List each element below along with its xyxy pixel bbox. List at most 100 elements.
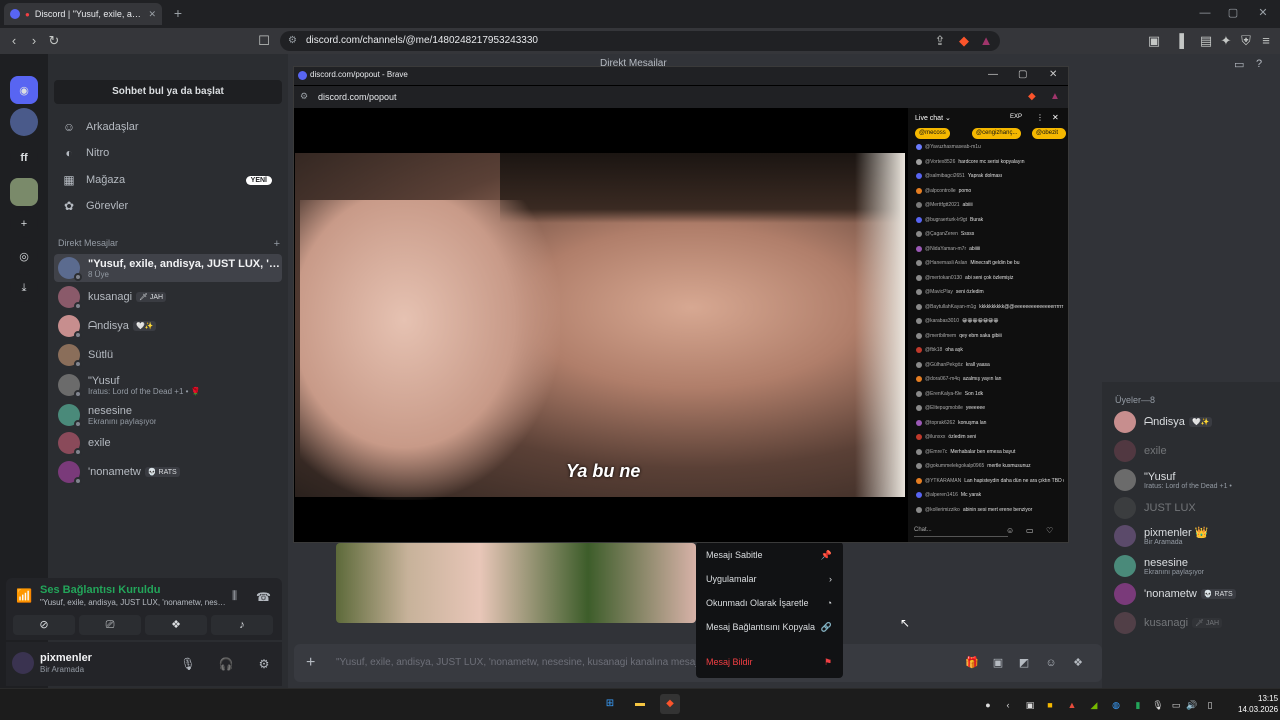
minimize-window-button[interactable]: — <box>1198 6 1212 20</box>
message-image-attachment[interactable] <box>336 543 696 623</box>
leo-ai-icon[interactable]: ✦ <box>1218 33 1234 49</box>
chat-message[interactable]: @toprak6262 konuşma lan <box>916 419 1064 426</box>
pinned-user-pill[interactable]: @mecoss <box>915 128 950 139</box>
chat-message[interactable]: @salmibagci2651 Yaprak dolması <box>916 173 1064 179</box>
username[interactable]: pixmenler <box>40 652 92 664</box>
noise-suppression-icon[interactable]: ⫼ <box>232 590 237 603</box>
dm-item[interactable]: "Yusuf, exile, andisya, JUST LUX, 'nona.… <box>54 254 282 282</box>
screen-share-button[interactable]: ⎚ <box>79 615 141 635</box>
chat-message[interactable]: @ÇaganZeren Sssss <box>916 231 1064 237</box>
popout-close-button[interactable]: ✕ <box>1049 69 1057 80</box>
report-message-item[interactable]: Mesaj Bildir ⚑ <box>700 651 838 673</box>
member-item[interactable]: ᗩndisya 🤍✨ <box>1114 408 1276 436</box>
member-item[interactable]: JUST LUX <box>1114 494 1276 522</box>
mark-unread-item[interactable]: Okunmadı Olarak İşaretle ◔ <box>700 592 838 614</box>
member-item[interactable]: "Yusuf Iratus: Lord of the Dead +1 • <box>1114 466 1276 494</box>
dm-item[interactable]: kusanagi 🗡 JAH <box>54 283 282 311</box>
maximize-window-button[interactable]: ▢ <box>1226 6 1240 20</box>
camera-off-button[interactable]: ⊘ <box>13 615 75 635</box>
popout-maximize-button[interactable]: ▢ <box>1018 69 1027 80</box>
server-avatar-1[interactable] <box>10 108 38 136</box>
soundboard-button[interactable]: ♪ <box>211 615 273 635</box>
emoji-icon[interactable]: ☺ <box>1006 526 1014 535</box>
wallet-icon[interactable]: ▤ <box>1198 33 1214 49</box>
member-item[interactable]: nesesine Ekranını paylaşıyor <box>1114 552 1276 580</box>
chat-message[interactable]: @MavicPlay seni özledim <box>916 289 1064 295</box>
live-chat-input[interactable]: Chat... <box>914 523 1008 537</box>
chat-message[interactable]: @karabas3010 😀😀😀😀😀😀😀 <box>916 318 1064 324</box>
dm-item[interactable]: exile <box>54 429 282 457</box>
close-chat-icon[interactable]: ✕ <box>1052 113 1059 122</box>
discover-icon[interactable]: ◎ <box>10 242 38 270</box>
tray-app-icon[interactable]: ▲ <box>1066 699 1078 711</box>
pin-message-item[interactable]: Mesajı Sabitle 📌 <box>700 544 838 566</box>
brave-shields-icon[interactable]: ◆ <box>956 33 972 49</box>
settings-gear-icon[interactable]: ⚙ <box>256 656 272 672</box>
apps-item[interactable]: Uygulamalar › <box>700 568 838 590</box>
chat-message[interactable]: @Vortex8526 hardcore mc serisi kopyalayın <box>916 158 1064 165</box>
extensions-icon[interactable]: ▣ <box>1146 33 1162 49</box>
server-ff-icon[interactable]: ff <box>10 144 38 172</box>
disconnect-icon[interactable]: ☎ <box>256 590 271 604</box>
tray-app-icon[interactable]: ◍ <box>1110 699 1122 711</box>
gif-icon[interactable]: ▣ <box>990 655 1006 671</box>
help-icon[interactable]: ? <box>1256 58 1262 70</box>
nav-shop[interactable]: ▦ Mağaza YENİ <box>54 167 282 193</box>
headphones-icon[interactable]: 🎧 <box>218 656 234 672</box>
chat-message[interactable]: @Elitepugmobile yeeeeee <box>916 405 1064 411</box>
url-bar[interactable]: ⚙ discord.com/channels/@me/1480248217953… <box>280 31 1000 51</box>
chat-message[interactable]: @alperen1416 Mc yarak <box>916 492 1064 498</box>
chat-message[interactable]: @alpcontrolle pomo <box>916 187 1064 194</box>
tray-show-hidden-icon[interactable]: ‹ <box>1002 699 1014 711</box>
back-icon[interactable]: ‹ <box>6 33 22 49</box>
nav-nitro[interactable]: ◐ Nitro <box>54 140 282 166</box>
pinned-user-pill[interactable]: @cengizhanç... <box>972 128 1022 139</box>
nav-quests[interactable]: ✿ Görevler <box>54 193 282 219</box>
browser-tab[interactable]: ● Discord | "Yusuf, exile, andisya, JUST… <box>4 3 162 25</box>
close-window-button[interactable]: ✕ <box>1256 6 1270 20</box>
dm-item[interactable]: 'nonametw 💀 RATS <box>54 458 282 486</box>
chat-message[interactable]: @ErenKalya-f9e Son 1dk <box>916 390 1064 397</box>
forward-icon[interactable]: › <box>26 33 42 49</box>
chat-message[interactable]: @GülhanPekgöz krall yaasa <box>916 361 1064 368</box>
chat-message[interactable]: @Emre7c Merhabalar ben emesa bayut <box>916 448 1064 455</box>
tray-app-icon[interactable]: ▮ <box>1132 699 1144 711</box>
member-item[interactable]: 'nonametw 💀 RATS <box>1114 580 1276 608</box>
chat-message[interactable]: @ilunxxx özledim seni <box>916 434 1064 440</box>
upload-plus-icon[interactable]: + <box>306 654 315 672</box>
chat-message[interactable]: @bugraerturk-lr9gt Burak <box>916 216 1064 223</box>
brave-shields-icon[interactable]: ◆ <box>1028 91 1036 102</box>
heart-icon[interactable]: ♡ <box>1046 526 1053 535</box>
pinned-user-pill[interactable]: @obezit <box>1032 128 1066 139</box>
chat-message[interactable]: @mertbilmem qey ebm saka gibiii <box>916 332 1064 339</box>
battery-icon[interactable]: ▯ <box>1204 699 1216 711</box>
add-server-icon[interactable]: + <box>10 210 38 238</box>
menu-icon[interactable]: ≡ <box>1258 33 1274 49</box>
volume-icon[interactable]: 🔊 <box>1186 699 1198 711</box>
server-avatar-2[interactable] <box>10 178 38 206</box>
member-item[interactable]: kusanagi 🗡 JAH <box>1114 609 1276 637</box>
chat-message[interactable]: @Hanemasli Aslan Minecraft geldin be bu <box>916 260 1064 266</box>
inbox-icon[interactable]: ▭ <box>1234 58 1244 71</box>
network-icon[interactable]: ▭ <box>1170 699 1182 711</box>
apps-icon[interactable]: ❖ <box>1070 655 1086 671</box>
microphone-icon[interactable]: 🎙 <box>180 656 196 672</box>
dm-item[interactable]: Sütlü <box>54 341 282 369</box>
popout-minimize-button[interactable]: — <box>988 69 998 80</box>
dm-item[interactable]: "Yusuf Iratus: Lord of the Dead +1 • 🌹 <box>54 371 282 399</box>
tray-app-icon[interactable]: ■ <box>1044 699 1056 711</box>
windows-start-icon[interactable]: ⊞ <box>600 694 620 714</box>
user-avatar[interactable] <box>12 652 34 674</box>
voice-channel-name[interactable]: "Yusuf, exile, andisya, JUST LUX, 'nonam… <box>40 598 226 607</box>
chat-message[interactable]: @BaytullahKayan-m1g kkkkkkkkkk@@eeeeeeeee… <box>916 303 1064 310</box>
member-item[interactable]: exile <box>1114 437 1276 465</box>
copy-link-item[interactable]: Mesaj Bağlantısını Kopyala 🔗 <box>700 616 838 638</box>
more-options-icon[interactable]: ⋮ <box>1036 113 1044 122</box>
super-chat-icon[interactable]: ▭ <box>1026 526 1034 535</box>
discord-home-icon[interactable]: ◉ <box>10 76 38 104</box>
close-tab-icon[interactable]: ✕ <box>148 9 156 20</box>
chat-message[interactable]: @Yavuzhasmaseab-m1u <box>916 144 1064 150</box>
tray-microphone-icon[interactable]: 🎙 <box>1152 699 1164 711</box>
activities-button[interactable]: ❖ <box>145 615 207 635</box>
sticker-icon[interactable]: ◩ <box>1016 655 1032 671</box>
